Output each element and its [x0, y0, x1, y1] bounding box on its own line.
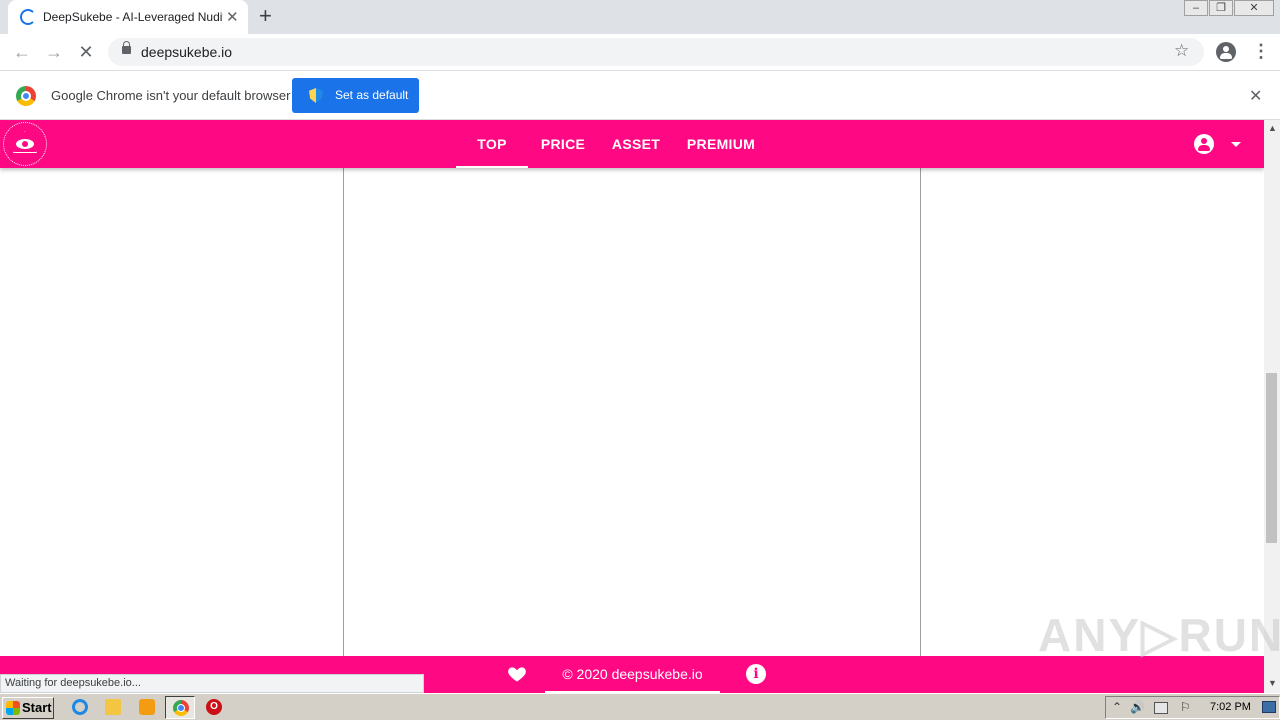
scroll-up-arrow-icon[interactable]: ▲ [1268, 123, 1277, 133]
new-tab-button[interactable]: + [259, 3, 272, 29]
internet-explorer-icon[interactable] [72, 699, 88, 715]
anyrun-watermark: ANY▷RUN [1038, 609, 1280, 661]
status-bubble: Waiting for deepsukebe.io... [0, 674, 424, 693]
back-button[interactable]: ← [10, 40, 34, 64]
set-as-default-label: Set as default [335, 88, 409, 102]
content-column-left-border [343, 168, 344, 658]
heart-icon[interactable] [507, 664, 527, 684]
uac-shield-icon [309, 88, 323, 103]
active-tab-indicator [456, 166, 528, 168]
clock[interactable]: 7:02 PM [1210, 701, 1251, 713]
content-column-right-border [920, 168, 921, 658]
start-label: Start [22, 700, 52, 715]
infobar-close-icon[interactable]: ✕ [1249, 86, 1262, 106]
system-tray: ⌃ 🔊 ⚐ 7:02 PM [1105, 696, 1280, 719]
site-logo[interactable] [3, 122, 47, 166]
show-desktop-icon[interactable] [1262, 701, 1276, 713]
tab-strip: DeepSukebe - AI-Leveraged Nudifier ✕ + –… [0, 0, 1280, 34]
nav-tab-asset[interactable]: ASSET [600, 120, 672, 168]
url-text[interactable]: deepsukebe.io [141, 44, 232, 60]
account-dropdown-icon[interactable] [1231, 142, 1241, 147]
loading-spinner-icon [20, 9, 36, 25]
scrollbar-thumb[interactable] [1266, 373, 1277, 543]
opera-icon[interactable]: O [206, 699, 222, 715]
infobar-message: Google Chrome isn't your default browser [51, 88, 291, 103]
nav-tab-premium[interactable]: PREMIUM [676, 120, 766, 168]
window-maximize-button[interactable]: ❐ [1209, 0, 1233, 16]
site-app-bar: TOP PRICE ASSET PREMIUM [0, 120, 1264, 168]
profile-icon[interactable] [1216, 42, 1236, 62]
restore-icon: ❐ [1216, 2, 1226, 14]
set-as-default-button[interactable]: Set as default [292, 78, 419, 113]
account-circle-icon[interactable] [1194, 134, 1214, 154]
scroll-down-arrow-icon[interactable]: ▼ [1268, 678, 1277, 688]
window-minimize-button[interactable]: – [1184, 0, 1208, 16]
browser-tab[interactable]: DeepSukebe - AI-Leveraged Nudifier ✕ [8, 0, 248, 34]
close-icon: ✕ [1249, 2, 1259, 14]
nav-tab-price[interactable]: PRICE [528, 120, 598, 168]
start-button[interactable]: Start [2, 697, 54, 719]
action-center-flag-icon[interactable]: ⚐ [1180, 700, 1191, 714]
chrome-logo-icon [16, 86, 36, 106]
file-explorer-icon[interactable] [105, 699, 121, 715]
tab-title: DeepSukebe - AI-Leveraged Nudifier [43, 10, 223, 24]
windows-taskbar: Start O ⌃ 🔊 ⚐ 7:02 PM [0, 693, 1280, 720]
speaker-icon[interactable]: 🔊 [1130, 700, 1145, 714]
footer-copyright[interactable]: © 2020 deepsukebe.io [545, 656, 720, 693]
browser-toolbar: ← → ✕ deepsukebe.io ☆ [0, 34, 1280, 71]
windows-logo-icon [6, 701, 20, 715]
media-player-icon[interactable] [139, 699, 155, 715]
nav-tab-top[interactable]: TOP [456, 120, 528, 168]
chrome-icon [173, 700, 189, 716]
taskbar-chrome-button[interactable] [165, 696, 195, 719]
chrome-menu-icon[interactable]: ⋮ [1252, 41, 1270, 62]
stop-button[interactable]: ✕ [74, 40, 98, 64]
forward-button[interactable]: → [42, 40, 66, 64]
bookmark-star-icon[interactable]: ☆ [1174, 41, 1189, 61]
logo-eye-icon [16, 139, 34, 149]
info-icon[interactable]: i [746, 664, 766, 684]
default-browser-infobar: Google Chrome isn't your default browser… [0, 72, 1280, 120]
window-close-button[interactable]: ✕ [1234, 0, 1274, 16]
address-bar[interactable]: deepsukebe.io ☆ [108, 38, 1204, 66]
network-icon[interactable] [1154, 702, 1168, 714]
lock-icon[interactable] [122, 41, 131, 54]
minimize-icon: – [1192, 2, 1200, 14]
show-hidden-icons-icon[interactable]: ⌃ [1112, 700, 1122, 714]
tab-close-icon[interactable]: ✕ [226, 8, 239, 26]
